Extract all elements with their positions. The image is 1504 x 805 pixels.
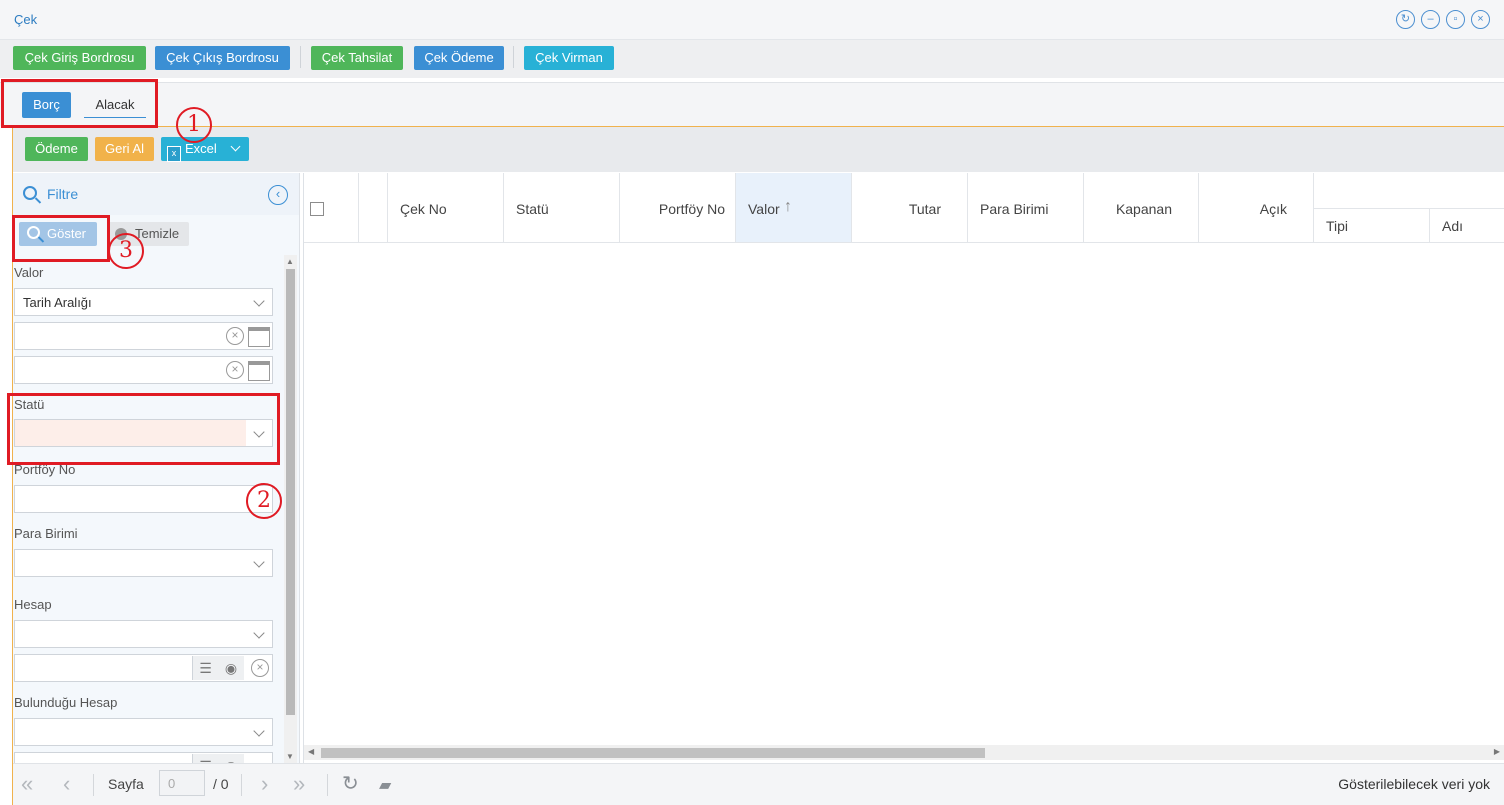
sort-ascending-icon: ↑: [784, 198, 792, 215]
eye-icon[interactable]: ◉: [218, 656, 244, 680]
collapse-panel-icon[interactable]: ‹: [268, 185, 288, 205]
odeme-button[interactable]: Ödeme: [25, 137, 88, 161]
chevron-down-icon: [253, 556, 265, 568]
filter-vertical-scrollbar[interactable]: ▲ ▼: [284, 255, 297, 763]
scroll-left-arrow-icon[interactable]: ◀: [308, 747, 314, 756]
filter-header: Filtre ‹: [13, 173, 299, 215]
action-bar: Ödeme Geri Al x Excel: [13, 127, 1504, 172]
restore-icon[interactable]: ▫: [1446, 10, 1465, 29]
valor-start-date-input[interactable]: ×: [14, 322, 273, 350]
valor-mode-value: Tarih Aralığı: [23, 295, 92, 310]
annotation-number-2: 2: [246, 483, 282, 519]
valor-label: Valor: [14, 265, 44, 280]
cek-giris-bordrosu-button[interactable]: Çek Giriş Bordrosu: [13, 46, 146, 70]
filter-title: Filtre: [47, 186, 79, 202]
para-birimi-select[interactable]: [14, 549, 273, 577]
clear-icon[interactable]: ×: [226, 361, 244, 379]
eye-icon[interactable]: ◉: [218, 754, 244, 763]
column-header-cek-no[interactable]: Çek No: [388, 173, 504, 243]
first-page-icon[interactable]: «: [21, 773, 33, 795]
hesap-label: Hesap: [14, 597, 52, 612]
window-title: Çek: [14, 12, 38, 27]
bulundugu-hesap-label: Bulunduğu Hesap: [14, 695, 118, 710]
chevron-down-icon: [253, 725, 265, 737]
eraser-icon[interactable]: ▰: [379, 775, 391, 797]
toolbar-divider: [300, 46, 301, 68]
pager: « ‹ Sayfa 0 / 0 › » ↻ ▰ Gösterilebilecek…: [13, 763, 1504, 805]
annotation-box-goster: [12, 215, 110, 262]
hesap-input[interactable]: ☰ ◉ ×: [14, 654, 273, 682]
calendar-icon[interactable]: [248, 361, 270, 381]
cek-odeme-button[interactable]: Çek Ödeme: [414, 46, 504, 70]
chevron-down-icon: [253, 627, 265, 639]
cek-cikis-bordrosu-button[interactable]: Çek Çıkış Bordrosu: [155, 46, 290, 70]
para-birimi-label: Para Birimi: [14, 526, 78, 541]
previous-page-icon[interactable]: ‹: [63, 773, 70, 795]
refresh-icon[interactable]: ↻: [342, 773, 359, 795]
select-all-column: [304, 173, 359, 243]
column-header-tutar[interactable]: Tutar: [852, 173, 968, 243]
column-header-adi[interactable]: Adı: [1430, 209, 1504, 243]
page-total: / 0: [213, 776, 229, 792]
column-header-statu[interactable]: Statü: [504, 173, 620, 243]
annotation-number-1: 1: [176, 107, 212, 143]
annotation-number-3: 3: [108, 233, 144, 269]
cek-tahsilat-button[interactable]: Çek Tahsilat: [311, 46, 403, 70]
grid-horizontal-scrollbar[interactable]: ◀ ▶: [304, 745, 1504, 760]
close-icon[interactable]: ×: [1471, 10, 1490, 29]
last-page-icon[interactable]: »: [293, 773, 305, 795]
cek-virman-button[interactable]: Çek Virman: [524, 46, 614, 70]
column-header-valor[interactable]: Valor ↑: [736, 173, 852, 243]
chevron-down-icon: [253, 295, 265, 307]
scroll-down-arrow-icon[interactable]: ▼: [286, 752, 294, 761]
pager-divider: [93, 774, 94, 796]
annotation-box-statu: [7, 393, 280, 465]
clear-icon[interactable]: ×: [251, 659, 269, 677]
row-indicator-column: [359, 173, 388, 243]
data-grid: Çek No Statü Portföy No Valor ↑ Tutar Pa…: [303, 173, 1504, 763]
bulundugu-hesap-select[interactable]: [14, 718, 273, 746]
portfoy-no-input[interactable]: [14, 485, 273, 513]
pager-divider: [241, 774, 242, 796]
page-number-input[interactable]: 0: [159, 770, 205, 796]
minimize-icon[interactable]: –: [1421, 10, 1440, 29]
column-header-acik[interactable]: Açık: [1199, 173, 1314, 243]
excel-label: Excel: [185, 141, 217, 156]
select-all-checkbox[interactable]: [310, 202, 324, 216]
excel-file-icon: x: [167, 146, 181, 162]
annotation-box-tabs: [1, 79, 158, 128]
pager-divider: [327, 774, 328, 796]
toolbar-divider: [513, 46, 514, 68]
column-header-kapanan[interactable]: Kapanan: [1084, 173, 1199, 243]
page-label: Sayfa: [108, 776, 144, 792]
column-header-tipi[interactable]: Tipi: [1314, 209, 1430, 243]
next-page-icon[interactable]: ›: [261, 773, 268, 795]
temizle-label: Temizle: [135, 226, 180, 241]
bulundugu-hesap-input[interactable]: ☰ ◉: [14, 752, 273, 763]
scrollbar-thumb[interactable]: [286, 269, 295, 715]
tab-strip: Borç Alacak: [0, 82, 1504, 126]
excel-button[interactable]: x Excel: [161, 137, 249, 162]
valor-mode-select[interactable]: Tarih Aralığı: [14, 288, 273, 316]
window-controls: ↻ – ▫ ×: [1396, 10, 1490, 29]
search-icon: [23, 186, 37, 200]
refresh-icon[interactable]: ↻: [1396, 10, 1415, 29]
scrollbar-thumb[interactable]: [321, 748, 985, 758]
window-titlebar: Çek ↻ – ▫ ×: [0, 0, 1504, 40]
hesap-select[interactable]: [14, 620, 273, 648]
column-header-para-birimi[interactable]: Para Birimi: [968, 173, 1084, 243]
scroll-right-arrow-icon[interactable]: ▶: [1494, 747, 1500, 756]
list-icon[interactable]: ☰: [192, 656, 218, 680]
valor-end-date-input[interactable]: ×: [14, 356, 273, 384]
column-header-portfoy-no[interactable]: Portföy No: [620, 173, 736, 243]
calendar-icon[interactable]: [248, 327, 270, 347]
list-icon[interactable]: ☰: [192, 754, 218, 763]
scroll-up-arrow-icon[interactable]: ▲: [286, 257, 294, 266]
geri-al-button[interactable]: Geri Al: [95, 137, 154, 161]
chevron-down-icon: [230, 141, 241, 152]
column-group-header: [1314, 173, 1504, 209]
pager-status: Gösterilebilecek veri yok: [1338, 776, 1490, 792]
clear-icon[interactable]: ×: [226, 327, 244, 345]
